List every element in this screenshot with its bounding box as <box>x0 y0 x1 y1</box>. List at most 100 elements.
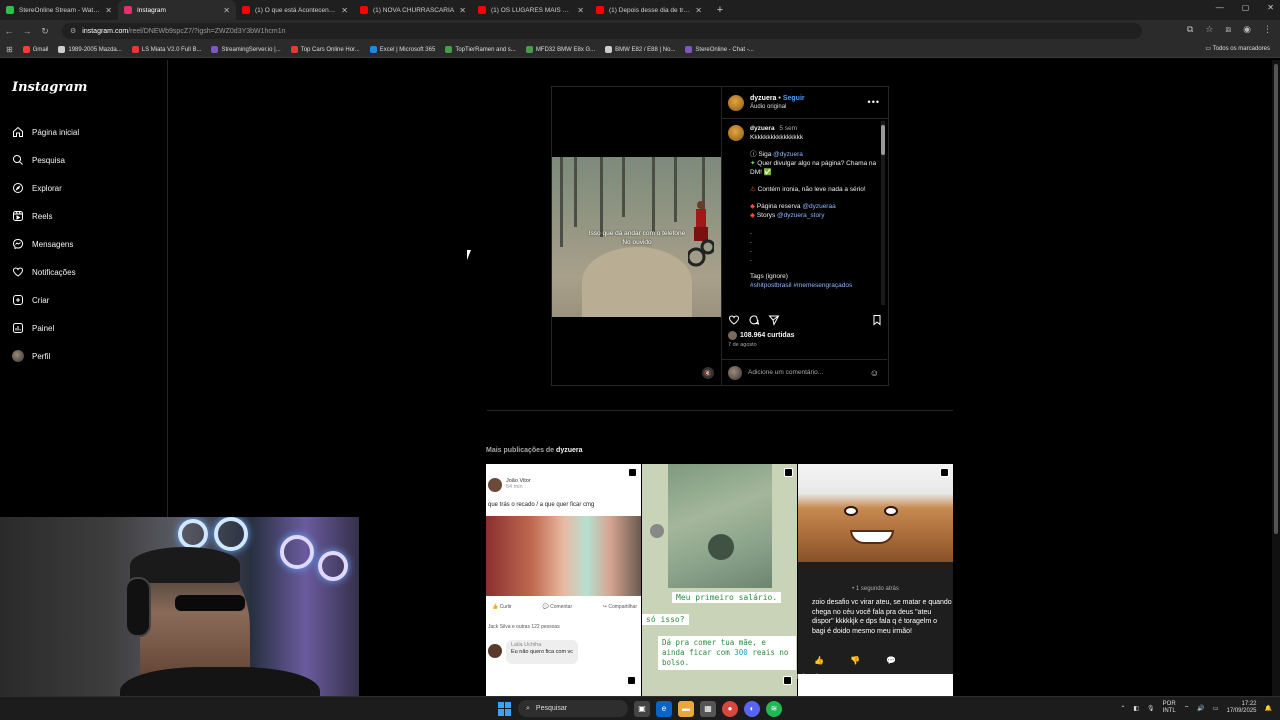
battery-icon[interactable]: ▭ <box>1213 705 1219 712</box>
bookmark-bmw[interactable]: BMW E82 / E88 | No... <box>605 46 675 53</box>
profile-icon[interactable]: ◉ <box>1243 24 1251 35</box>
mic-icon[interactable]: 🎙 <box>1147 705 1155 712</box>
author-avatar[interactable] <box>728 94 744 111</box>
tab-stereonline[interactable]: StereOnline Stream - Watch Li ✕ <box>0 0 118 20</box>
sidebar-item-reels[interactable]: Reels <box>12 202 79 230</box>
next-thumbnail-label: Diesel <box>797 672 818 681</box>
task-view-icon[interactable]: ▣ <box>634 700 650 717</box>
chrome-icon[interactable]: ● <box>722 700 738 717</box>
menu-icon[interactable]: ⋮ <box>1263 24 1272 35</box>
more-posts-username[interactable]: dyzuera <box>556 447 582 454</box>
taskbar-search[interactable]: ⌕ Pesquisar <box>518 700 628 717</box>
chevron-up-icon[interactable]: ⌃ <box>1120 705 1125 712</box>
close-window-icon[interactable]: ✕ <box>1267 3 1274 12</box>
bookmark-gmail[interactable]: Gmail <box>22 46 48 53</box>
mute-icon[interactable]: 🔇 <box>702 367 714 379</box>
author-username[interactable]: dyzuera <box>750 95 776 102</box>
post-thumbnail[interactable]: • 1 segundo atrás zoio desafio vc virar … <box>798 464 953 696</box>
edge-icon[interactable]: e <box>656 700 672 717</box>
volume-icon[interactable]: 🔊 <box>1197 705 1204 712</box>
spotify-icon[interactable]: ≋ <box>766 700 782 717</box>
more-options-icon[interactable]: ••• <box>868 97 880 107</box>
all-bookmarks[interactable]: ▭ Todos os marcadores <box>1205 45 1270 52</box>
post-thumbnail[interactable]: Meu primeiro salário. só isso? Dá pra co… <box>642 464 797 696</box>
maximize-icon[interactable]: ▢ <box>1242 3 1250 12</box>
bookmark-icon[interactable] <box>871 314 883 326</box>
tab-close-icon[interactable]: ✕ <box>577 6 584 15</box>
tab-close-icon[interactable]: ✕ <box>105 6 112 15</box>
mention-link[interactable]: @dyzuera <box>773 151 803 158</box>
tab-instagram[interactable]: Instagram ✕ <box>118 0 236 20</box>
tab-close-icon[interactable]: ✕ <box>695 6 702 15</box>
new-tab-button[interactable]: + <box>712 2 728 18</box>
caption-scrollbar[interactable] <box>881 121 885 305</box>
bookmark-favicon-icon <box>369 46 377 53</box>
notification-icon[interactable]: 🔔 <box>1265 705 1272 712</box>
windows-start-icon[interactable] <box>498 701 512 716</box>
comment-icon[interactable] <box>748 314 760 326</box>
site-info-icon[interactable]: ⚙ <box>70 27 76 35</box>
bookmark-mfd32[interactable]: MFD32 BMW E8x G... <box>525 46 595 53</box>
mention-link[interactable]: @dyzueraa <box>802 203 835 210</box>
sidebar-item-profile[interactable]: Perfil <box>12 342 79 370</box>
follow-button[interactable]: Seguir <box>783 95 805 102</box>
instagram-logo[interactable]: Instagram <box>12 80 87 95</box>
network-icon[interactable]: ◧ <box>1133 705 1139 712</box>
hashtag-links[interactable]: #shitpostbrasil #memesengraçados <box>750 282 852 289</box>
post-header: dyzuera • Seguir Áudio original ••• <box>722 87 888 119</box>
bookmark-stereonline-chat[interactable]: StereOnline - Chat -... <box>685 46 754 53</box>
tab-youtube-2[interactable]: (1) NOVA CHURRASCARIA ✕ <box>354 0 472 20</box>
bookmark-excel[interactable]: Excel | Microsoft 365 <box>369 46 435 53</box>
bookmark-mazda[interactable]: 1989-2005 Mazda... <box>58 46 122 53</box>
like-heart-icon[interactable] <box>728 314 740 326</box>
minimize-icon[interactable]: — <box>1216 3 1224 12</box>
audio-label[interactable]: Áudio original <box>750 103 805 112</box>
thumbs-down-icon: 👎 <box>849 656 860 665</box>
tab-close-icon[interactable]: ✕ <box>223 6 230 15</box>
bookmark-topcars[interactable]: Top Cars Online Hor... <box>290 46 360 53</box>
sidebar-item-messages[interactable]: Mensagens <box>12 230 79 258</box>
apps-icon[interactable]: ⊞ <box>6 45 13 54</box>
fb-reply-text: Eu não quero fica com vc <box>511 649 574 655</box>
caption-username[interactable]: dyzuera <box>750 125 775 132</box>
caption-avatar[interactable] <box>728 125 744 141</box>
url-input[interactable]: ⚙ instagram.com /reel/DNEWb9spcZ7/?igsh=… <box>62 23 1142 39</box>
file-explorer-icon[interactable]: ▬ <box>678 700 694 717</box>
wifi-icon[interactable]: ⌔ <box>1184 704 1190 712</box>
mention-link[interactable]: @dyzuera_story <box>777 212 824 219</box>
emoji-icon[interactable]: ☺ <box>870 368 879 378</box>
page-scrollbar[interactable] <box>1272 60 1280 696</box>
share-icon[interactable] <box>768 314 780 326</box>
back-icon[interactable]: ← <box>0 26 18 36</box>
sidebar-item-home[interactable]: Página inicial <box>12 118 79 146</box>
reload-icon[interactable]: ↻ <box>36 26 54 37</box>
bookmark-miata[interactable]: LS Miata V2.0 Full B... <box>131 46 201 53</box>
sidebar-item-notifications[interactable]: Notificações <box>12 258 79 286</box>
bookmark-streamingserver[interactable]: StreamingServer.io |... <box>211 46 281 53</box>
input-language[interactable]: POR INTL <box>1163 701 1176 715</box>
store-icon[interactable]: ▦ <box>700 700 716 717</box>
forward-icon[interactable]: → <box>18 26 36 36</box>
star-icon[interactable]: ☆ <box>1205 24 1213 35</box>
likes-count[interactable]: 108.964 curtidas <box>728 331 794 340</box>
discord-icon[interactable]: ◐ <box>744 700 760 717</box>
windows-taskbar: ⌕ Pesquisar ▣ e ▬ ▦ ● ◐ ≋ ⌃ ◧ 🎙 POR INTL… <box>0 696 1280 720</box>
tab-close-icon[interactable]: ✕ <box>341 6 348 15</box>
tab-youtube-1[interactable]: (1) O que está Acontecendo co ✕ <box>236 0 354 20</box>
clock[interactable]: 17:22 17/09/2025 <box>1226 701 1256 715</box>
scrollbar-thumb[interactable] <box>1274 64 1278 534</box>
tab-youtube-4[interactable]: (1) Depois desse dia de treino ✕ <box>590 0 708 20</box>
sidebar-item-search[interactable]: Pesquisa <box>12 146 79 174</box>
bookmark-label: StreamingServer.io |... <box>221 46 281 53</box>
sidebar-item-dashboard[interactable]: Painel <box>12 314 79 342</box>
sidebar-item-create[interactable]: Criar <box>12 286 79 314</box>
extensions-icon[interactable]: ⧈ <box>1225 24 1231 35</box>
reel-video[interactable]: Isso que dá andar com o telefone No ouvi… <box>552 87 721 385</box>
cast-icon[interactable]: ⧉ <box>1187 24 1193 35</box>
sidebar-item-explore[interactable]: Explorar <box>12 174 79 202</box>
post-thumbnail[interactable]: João Vitor 54 min que trás o recado / a … <box>486 464 641 696</box>
tab-close-icon[interactable]: ✕ <box>459 6 466 15</box>
comment-input[interactable]: Adicione um comentário... <box>748 369 823 376</box>
bookmark-toptierramen[interactable]: TopTierRamen and s... <box>445 46 516 53</box>
tab-youtube-3[interactable]: (1) OS LUGARES MAIS HYPADO ✕ <box>472 0 590 20</box>
